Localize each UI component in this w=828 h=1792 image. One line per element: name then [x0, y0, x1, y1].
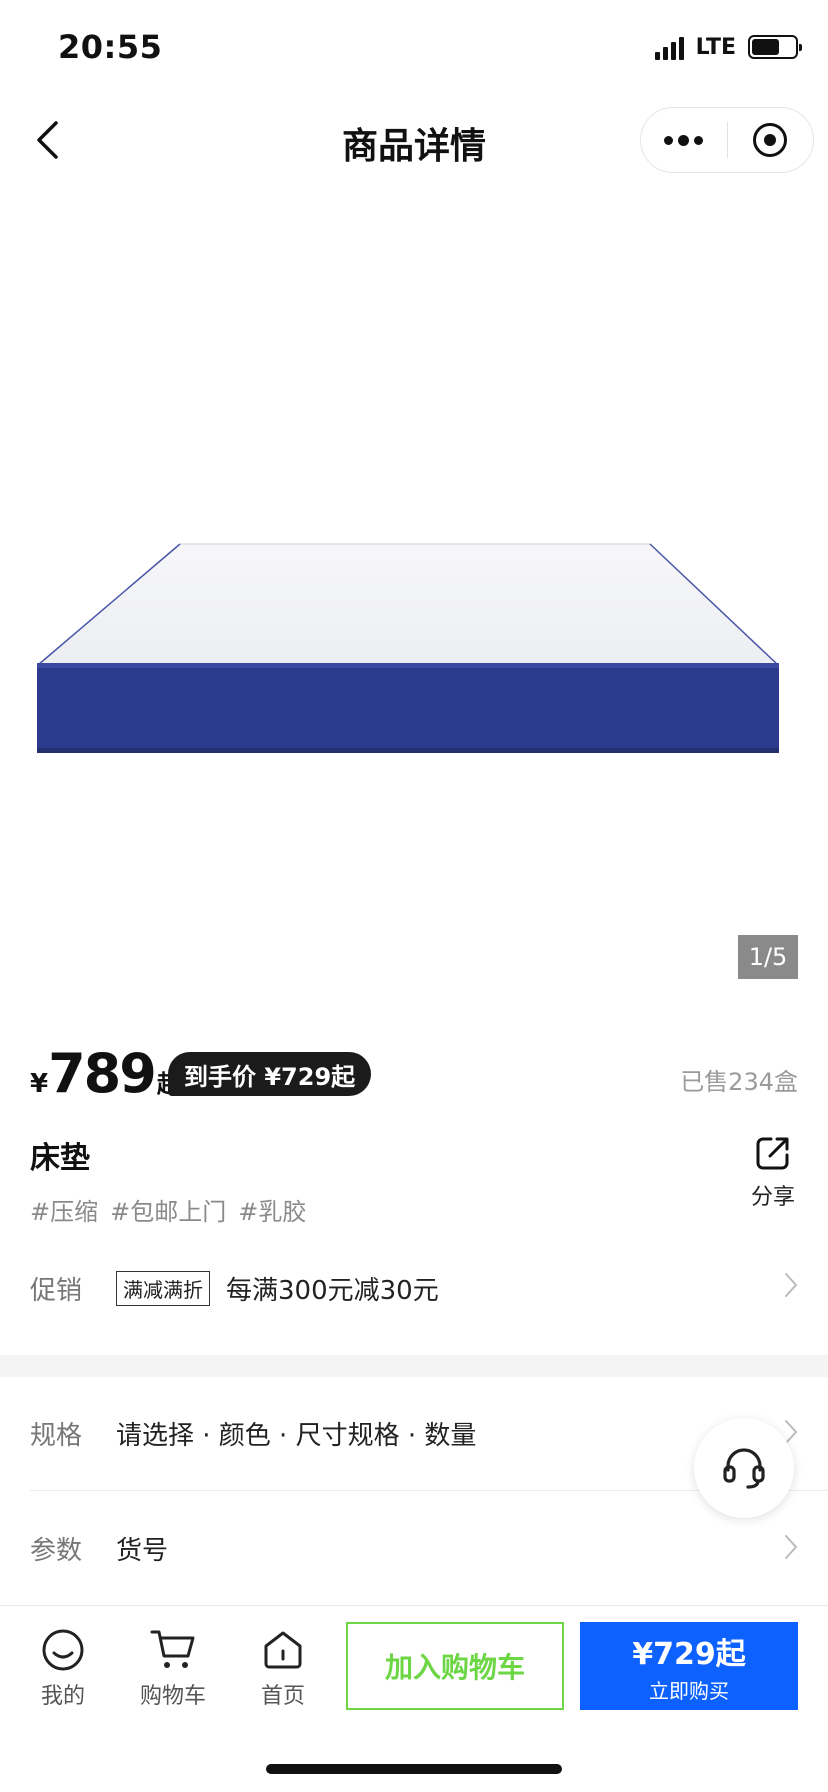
status-bar: 20:55 LTE: [0, 0, 828, 90]
cart-icon: [150, 1630, 195, 1668]
mattress-image: [36, 543, 780, 753]
tab-home[interactable]: 首页: [238, 1628, 328, 1710]
tab-label: 我的: [40, 1684, 85, 1709]
status-indicators: LTE: [654, 34, 802, 60]
customer-service-button[interactable]: [694, 1418, 794, 1518]
price: ¥ 789 起: [30, 1042, 181, 1105]
spec-label: 规格: [30, 1420, 83, 1451]
currency-symbol: ¥: [30, 1069, 49, 1099]
tag[interactable]: #压缩: [30, 1192, 98, 1227]
tab-mine[interactable]: 我的: [18, 1628, 108, 1710]
share-icon: [756, 1137, 789, 1170]
params-value: 货号: [116, 1535, 169, 1566]
tag[interactable]: #乳胶: [238, 1192, 306, 1227]
params-row[interactable]: 参数 货号: [30, 1518, 798, 1578]
image-page-indicator: 1/5: [738, 935, 798, 979]
promo-text: 每满300元减30元: [226, 1275, 439, 1306]
tab-label: 首页: [260, 1684, 305, 1709]
nav-bar: 商品详情: [0, 95, 828, 185]
chevron-right-icon: [785, 1535, 797, 1559]
signal-icon: [654, 34, 684, 60]
params-label: 参数: [30, 1535, 83, 1566]
promo-row[interactable]: 促销 满减满折 每满300元减30元: [30, 1268, 798, 1308]
tab-label: 购物车: [139, 1684, 206, 1709]
promo-badge: 满减满折: [116, 1270, 210, 1306]
tab-cart[interactable]: 购物车: [128, 1628, 218, 1710]
battery-icon: [748, 35, 802, 59]
share-label: 分享: [750, 1185, 795, 1210]
status-time: 20:55: [58, 28, 163, 66]
smile-icon: [42, 1629, 84, 1671]
buy-now-label: 立即购买: [649, 1678, 729, 1703]
target-icon: [753, 123, 788, 157]
home-icon: [264, 1631, 302, 1669]
final-price-badge: 到手价 ¥729起: [168, 1052, 372, 1096]
price-row: ¥ 789 起 到手价 ¥729起 已售234盒: [30, 1042, 798, 1112]
close-miniprogram-button[interactable]: [728, 108, 814, 172]
buy-now-price: ¥729起: [632, 1636, 746, 1672]
buy-now-button[interactable]: ¥729起 立即购买: [580, 1622, 798, 1710]
network-type: LTE: [695, 34, 736, 60]
product-image-carousel[interactable]: 1/5: [0, 200, 828, 1000]
share-button[interactable]: 分享: [748, 1135, 798, 1211]
headset-icon: [723, 1448, 765, 1489]
miniprogram-capsule: [640, 107, 814, 173]
spec-value: 请选择 · 颜色 · 尺寸规格 · 数量: [116, 1420, 477, 1451]
spec-row[interactable]: 规格 请选择 · 颜色 · 尺寸规格 · 数量: [30, 1403, 798, 1463]
section-divider: [0, 1355, 828, 1377]
battery-level: [752, 39, 780, 55]
price-value: 789: [48, 1042, 157, 1105]
sold-count: 已售234盒: [680, 1068, 798, 1096]
more-button[interactable]: [641, 108, 727, 172]
product-title: 床垫: [30, 1141, 90, 1176]
home-indicator: [266, 1764, 562, 1774]
add-to-cart-button[interactable]: 加入购物车: [346, 1622, 564, 1710]
tag[interactable]: #包邮上门: [110, 1192, 226, 1227]
product-tags: #压缩 #包邮上门 #乳胶: [30, 1192, 306, 1227]
chevron-right-icon: [785, 1273, 797, 1297]
promo-label: 促销: [30, 1275, 83, 1306]
more-icon: [664, 134, 704, 146]
